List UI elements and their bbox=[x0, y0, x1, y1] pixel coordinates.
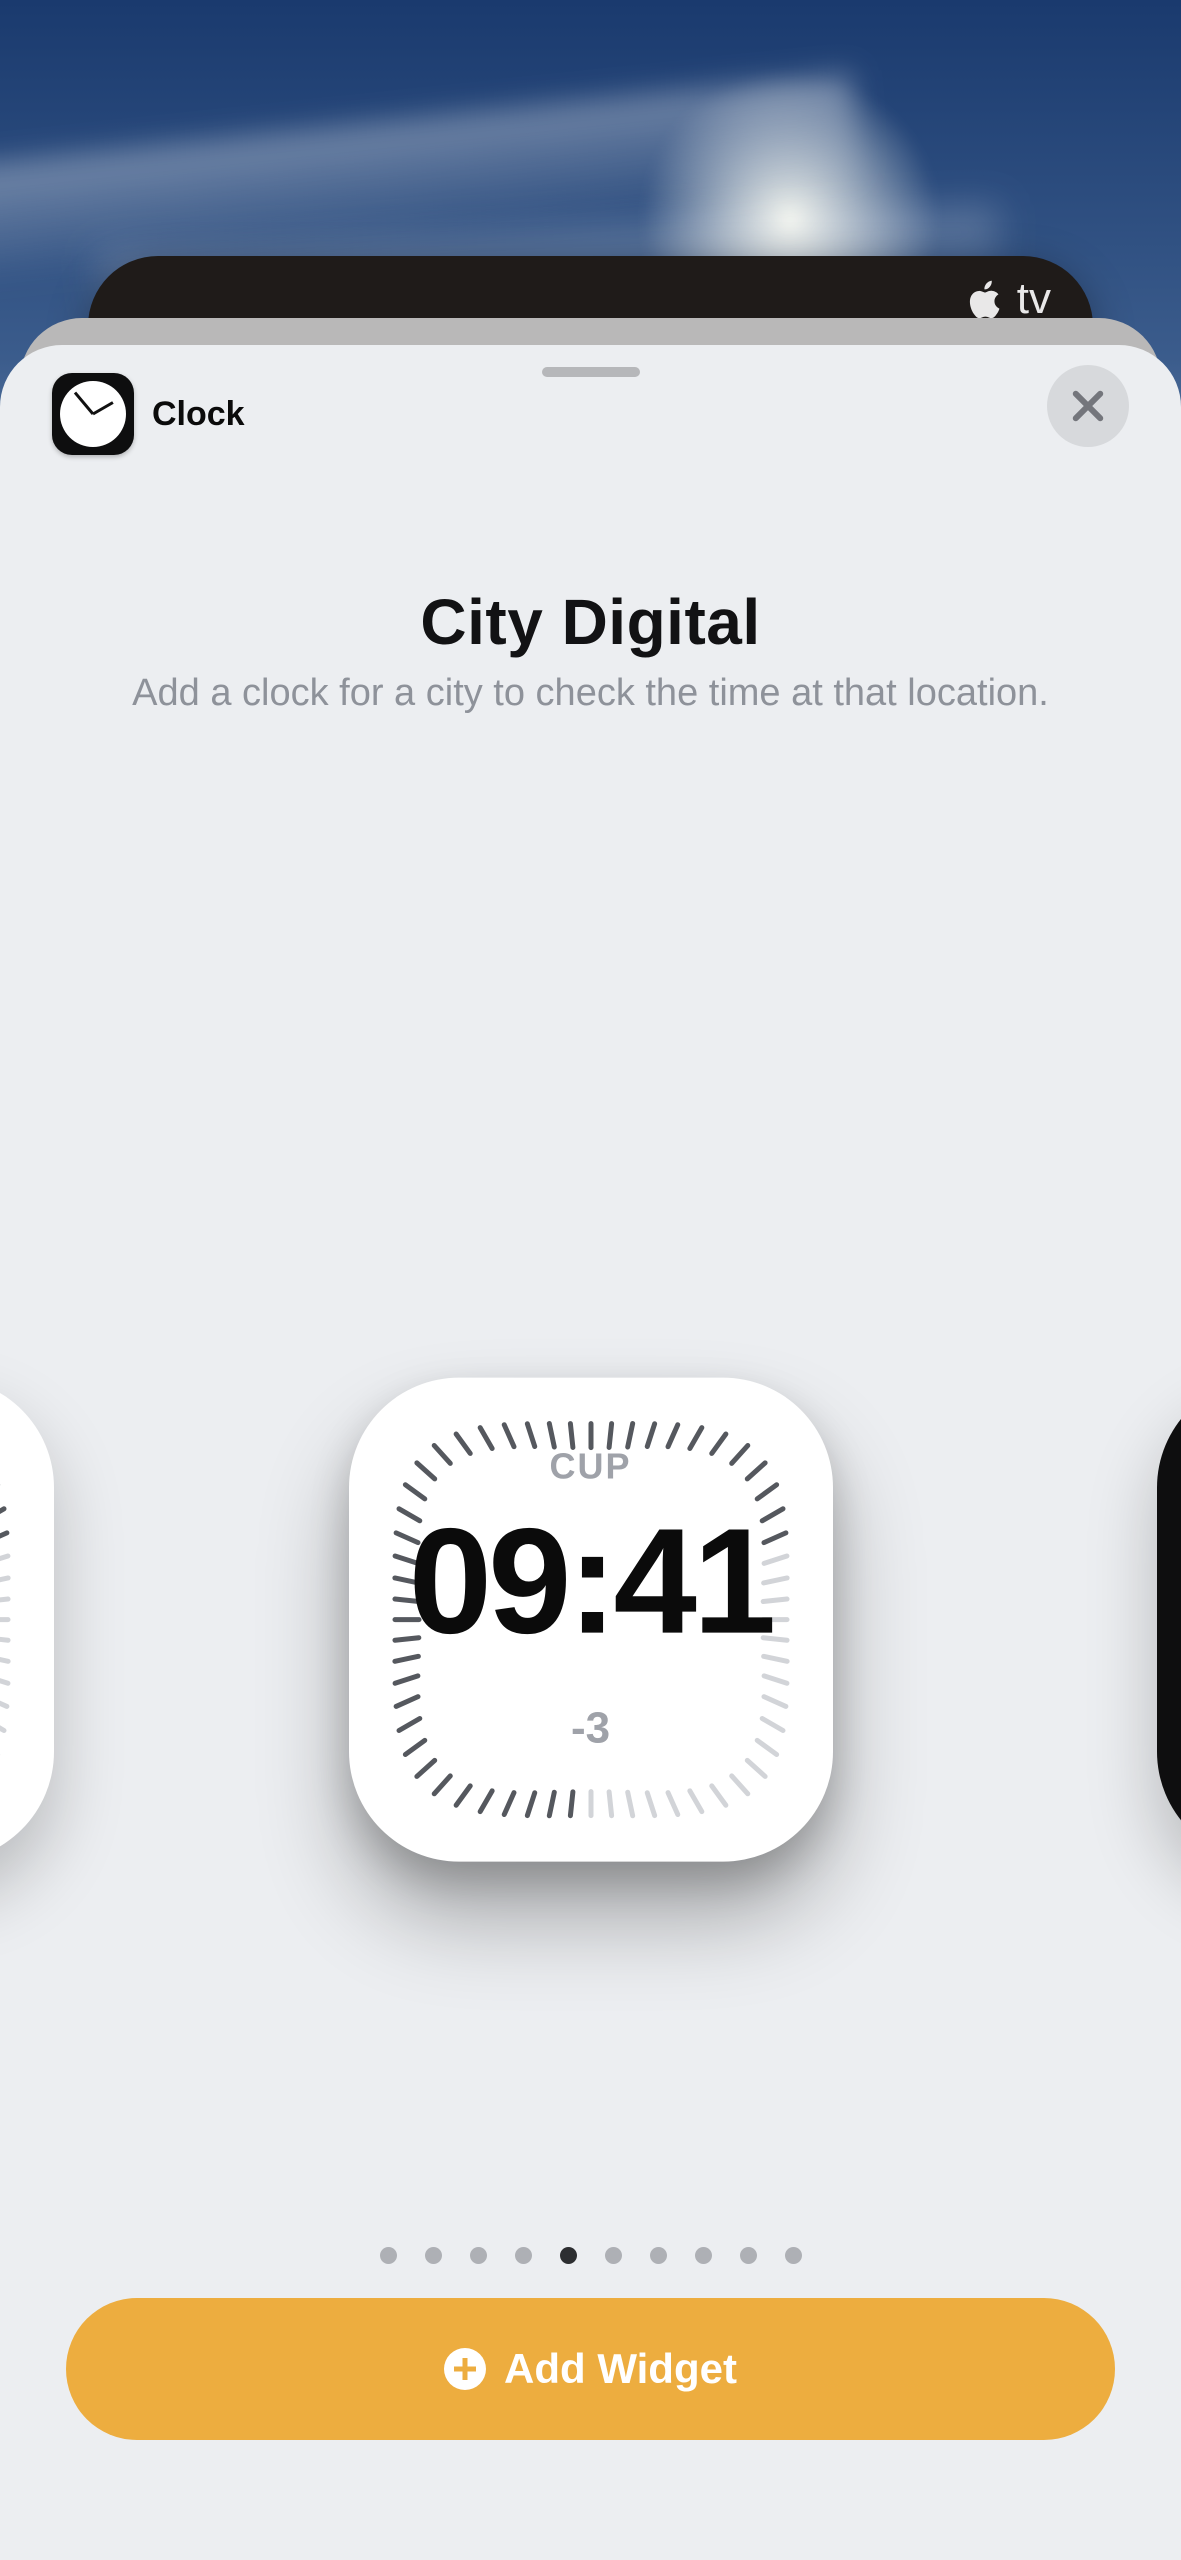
pagination-dot[interactable] bbox=[740, 2247, 757, 2264]
widget-title: City Digital bbox=[40, 585, 1141, 659]
pagination-dot[interactable] bbox=[650, 2247, 667, 2264]
app-name-label: Clock bbox=[152, 395, 245, 434]
widget-picker-sheet: Clock City Digital Add a clock for a cit… bbox=[0, 345, 1181, 2560]
cloud-streak bbox=[0, 73, 864, 286]
widget-preview-carousel[interactable]: CUP 09:41 -3 bbox=[0, 718, 1181, 2560]
widget-description: Add a clock for a city to check the time… bbox=[40, 669, 1141, 718]
pagination-dot[interactable] bbox=[785, 2247, 802, 2264]
widget-preview-current[interactable]: CUP 09:41 -3 bbox=[349, 1378, 833, 1862]
pagination-dot[interactable] bbox=[560, 2247, 577, 2264]
city-code-label: CUP bbox=[549, 1446, 631, 1488]
apple-tv-logo: tv bbox=[963, 274, 1051, 324]
widget-preview-next[interactable] bbox=[1157, 1378, 1181, 1862]
time-label: 09:41 bbox=[409, 1506, 773, 1656]
city-digital-content: CUP 09:41 -3 bbox=[349, 1378, 833, 1862]
pagination-dot[interactable] bbox=[695, 2247, 712, 2264]
pagination-dot[interactable] bbox=[515, 2247, 532, 2264]
sheet-header: Clock bbox=[0, 373, 1181, 455]
widget-preview-prev[interactable] bbox=[0, 1378, 54, 1862]
app-row: Clock bbox=[52, 373, 245, 455]
clock-app-icon bbox=[52, 373, 134, 455]
close-icon bbox=[1067, 385, 1109, 427]
add-widget-label: Add Widget bbox=[504, 2345, 737, 2393]
pagination-dots[interactable] bbox=[0, 2247, 1181, 2264]
pagination-dot[interactable] bbox=[470, 2247, 487, 2264]
pagination-dot[interactable] bbox=[605, 2247, 622, 2264]
widget-titles: City Digital Add a clock for a city to c… bbox=[0, 585, 1181, 718]
apple-tv-text: tv bbox=[1017, 274, 1051, 324]
pagination-dot[interactable] bbox=[380, 2247, 397, 2264]
plus-circle-icon bbox=[444, 2348, 486, 2390]
close-button[interactable] bbox=[1047, 365, 1129, 447]
pagination-dot[interactable] bbox=[425, 2247, 442, 2264]
add-widget-button[interactable]: Add Widget bbox=[66, 2298, 1115, 2440]
offset-label: -3 bbox=[571, 1704, 610, 1754]
